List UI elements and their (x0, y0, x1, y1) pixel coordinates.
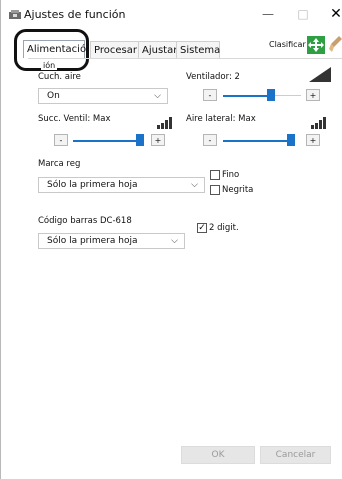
ventilador-minus-button[interactable]: - (203, 89, 217, 101)
codigo-barras-value: Sólo la primera hoja (47, 236, 138, 246)
fino-checkbox[interactable] (210, 170, 220, 180)
window-title: Ajustes de función (24, 8, 126, 21)
chevron-down-icon: ⌵ (154, 91, 161, 101)
aire-lateral-slider-thumb[interactable] (287, 134, 295, 146)
codigo-barras-label: Código barras DC-618 (38, 216, 132, 226)
ventilador-plus-button[interactable]: + (306, 89, 320, 101)
cuch-aire-value: On (47, 91, 60, 101)
aire-lateral-minus-button[interactable]: - (203, 134, 217, 146)
chevron-down-icon: ⌵ (171, 236, 178, 246)
level-bars-icon (309, 67, 331, 82)
maximize-button[interactable]: □ (292, 5, 314, 23)
negrita-label: Negrita (222, 185, 254, 195)
tab-sistema[interactable]: Sistema (176, 41, 220, 59)
cuch-aire-select[interactable]: On ⌵ (38, 88, 168, 104)
marca-reg-value: Sólo la primera hoja (47, 180, 138, 190)
fino-label: Fino (222, 170, 240, 180)
ventilador-label: Ventilador: 2 (186, 72, 240, 82)
two-digit-checkbox[interactable]: ✓ (197, 223, 207, 233)
two-digit-label: 2 digit. (209, 223, 239, 233)
tab-procesar[interactable]: Procesar (90, 41, 139, 59)
aire-lateral-label: Aire lateral: Max (186, 114, 256, 124)
signal-bars-icon (311, 117, 326, 129)
aire-lateral-plus-button[interactable]: + (306, 134, 320, 146)
chevron-down-icon: ⌵ (191, 180, 198, 190)
minimize-button[interactable]: — (257, 5, 279, 23)
succ-ventil-minus-button[interactable]: - (54, 134, 68, 146)
group-label: ión (41, 61, 58, 70)
succ-ventil-label: Succ. Ventil: Max (38, 114, 111, 124)
succ-ventil-slider-thumb[interactable] (136, 134, 144, 146)
function-settings-window: Ajustes de función — □ ✕ Alimentació Pro… (0, 0, 342, 479)
signal-bars-icon (157, 117, 172, 129)
ventilador-slider-thumb[interactable] (267, 89, 275, 101)
sort-arrows-icon[interactable] (307, 36, 325, 54)
ventilador-slider-fill (223, 95, 273, 97)
close-button[interactable]: ✕ (325, 5, 342, 23)
cuch-aire-label: Cuch. aire (38, 72, 81, 82)
settings-wrench-icon (9, 10, 21, 19)
title-bar: Ajustes de función — □ ✕ (1, 0, 342, 30)
aire-lateral-slider-fill (223, 140, 291, 142)
clasificar-label: Clasificar (269, 40, 306, 49)
brush-icon[interactable] (329, 34, 342, 54)
succ-ventil-plus-button[interactable]: + (151, 134, 165, 146)
marca-reg-label: Marca reg (38, 159, 81, 169)
cancel-button[interactable]: Cancelar (260, 446, 331, 464)
tab-ajustar[interactable]: Ajustar (138, 41, 177, 59)
codigo-barras-select[interactable]: Sólo la primera hoja ⌵ (38, 233, 185, 249)
succ-ventil-slider-fill[interactable] (73, 140, 138, 142)
marca-reg-select[interactable]: Sólo la primera hoja ⌵ (38, 177, 205, 193)
negrita-checkbox[interactable] (210, 185, 220, 195)
ok-button[interactable]: OK (181, 446, 255, 464)
